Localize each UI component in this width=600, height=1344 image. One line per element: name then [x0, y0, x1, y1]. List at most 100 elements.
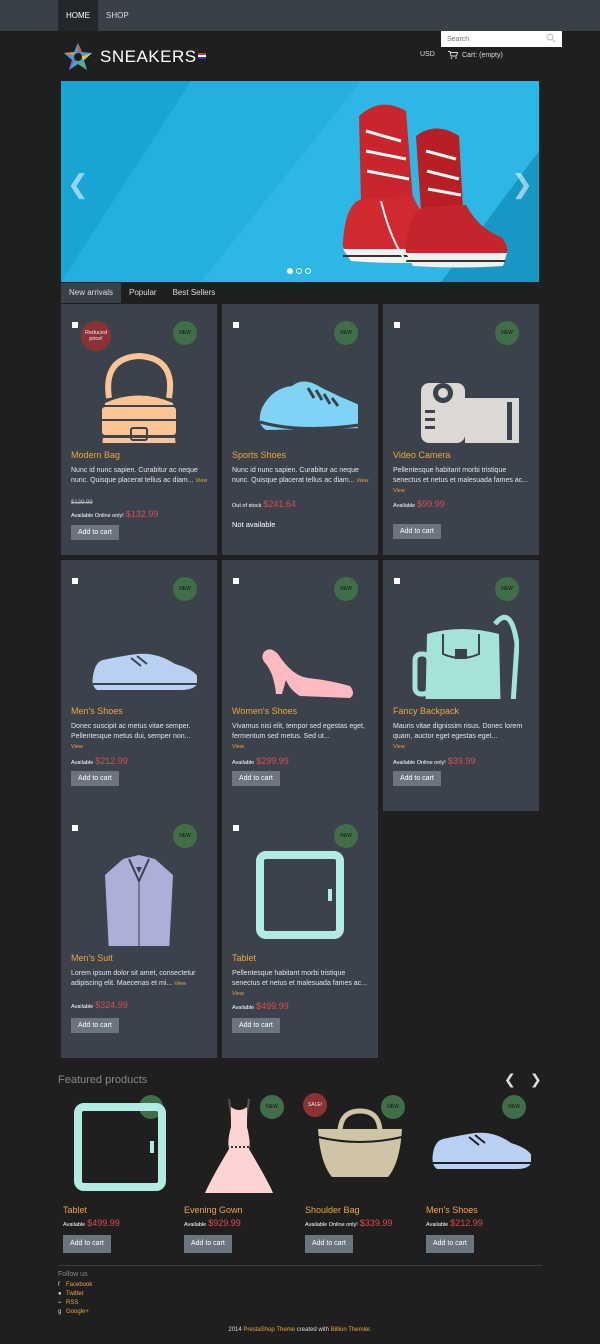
product-name[interactable]: Video Camera: [393, 450, 450, 460]
menu-home[interactable]: HOME: [58, 0, 98, 31]
product-card-mens-shoes[interactable]: NEW Men's Shoes Donec suscipit ac metus …: [61, 560, 217, 811]
compare-checkbox[interactable]: [233, 825, 239, 831]
slider-dot-3[interactable]: [305, 268, 311, 274]
add-to-cart-button[interactable]: Add to cart: [232, 1018, 280, 1033]
compare-checkbox[interactable]: [394, 322, 400, 328]
featured-item-evening-gown[interactable]: NEW Evening Gown Available $929.99 Add to…: [184, 1088, 294, 1258]
view-link[interactable]: View: [232, 744, 244, 750]
follow-us-heading: Follow us: [58, 1271, 88, 1278]
slider-pagination: [287, 268, 311, 274]
tablet-image[interactable]: [242, 841, 358, 946]
site-title[interactable]: SNEAKERS: [100, 47, 197, 67]
featured-item-shoulder-bag[interactable]: SALE! NEW Shoulder Bag Available Online …: [303, 1088, 415, 1258]
product-name[interactable]: Modern Bag: [71, 450, 120, 460]
backpack-image[interactable]: [403, 594, 519, 699]
add-to-cart-button[interactable]: Add to cart: [71, 525, 119, 540]
slide-image: [61, 81, 539, 282]
add-to-cart-button[interactable]: Add to cart: [71, 1018, 119, 1033]
menu-shop[interactable]: SHOP: [98, 0, 137, 31]
price-row: Available $212.99: [71, 756, 128, 766]
slider-next-arrow[interactable]: ❯: [511, 169, 533, 200]
view-link[interactable]: View: [393, 744, 405, 750]
us-flag-icon[interactable]: [198, 53, 206, 59]
product-name[interactable]: Women's Shoes: [232, 706, 297, 716]
social-facebook[interactable]: f Facebook: [58, 1281, 92, 1290]
sports-shoe-image[interactable]: [242, 338, 358, 443]
featured-name[interactable]: Men's Shoes: [426, 1205, 478, 1215]
tab-new-arrivals[interactable]: New arrivals: [61, 283, 122, 303]
add-to-cart-button[interactable]: Add to cart: [393, 771, 441, 786]
video-camera-image[interactable]: [403, 338, 519, 443]
product-name[interactable]: Men's Suit: [71, 953, 113, 963]
hero-slider[interactable]: ❮ ❯: [61, 81, 539, 282]
view-link[interactable]: View: [174, 981, 186, 987]
add-to-cart-button[interactable]: Add to cart: [71, 771, 119, 786]
suit-image[interactable]: [81, 841, 197, 946]
rss-icon: ⌁: [58, 1300, 62, 1306]
product-name[interactable]: Fancy Backpack: [393, 706, 459, 716]
footer-divider: [58, 1265, 542, 1266]
price: $132.99: [125, 509, 159, 519]
featured-name[interactable]: Shoulder Bag: [305, 1205, 360, 1215]
featured-next-arrow[interactable]: ❯: [530, 1071, 542, 1088]
social-rss[interactable]: ⌁ RSS: [58, 1299, 92, 1308]
featured-prev-arrow[interactable]: ❮: [504, 1071, 516, 1088]
mens-shoe-image[interactable]: [81, 594, 197, 699]
currency-selector[interactable]: USD: [420, 51, 435, 58]
add-to-cart-button[interactable]: Add to cart: [393, 524, 441, 539]
product-card-video-camera[interactable]: NEW Video Camera Pellentesque habitant m…: [383, 304, 539, 555]
product-card-tablet[interactable]: NEW Tablet Pellentesque habitant morbi t…: [222, 807, 378, 1058]
product-card-modern-bag[interactable]: Reduced price! NEW Modern Bag Nunc id nu…: [61, 304, 217, 555]
view-link[interactable]: View: [357, 478, 369, 484]
shoulder-bag-image[interactable]: [310, 1093, 410, 1198]
view-link[interactable]: View: [196, 478, 208, 484]
product-card-womens-shoes[interactable]: NEW Women's Shoes Vivamus nisi elit, tem…: [222, 560, 378, 811]
slider-dot-2[interactable]: [296, 268, 302, 274]
view-link[interactable]: View: [393, 488, 405, 494]
compare-checkbox[interactable]: [233, 322, 239, 328]
price: $212.99: [450, 1218, 483, 1228]
view-link[interactable]: View: [232, 991, 244, 997]
logo-icon[interactable]: [63, 42, 93, 72]
billion-themler-link[interactable]: Billion Themler.: [331, 1327, 372, 1333]
compare-checkbox[interactable]: [72, 322, 78, 328]
view-link[interactable]: View: [71, 744, 83, 750]
featured-item-tablet[interactable]: NEW Tablet Available $499.99 Add to cart: [63, 1088, 173, 1258]
add-to-cart-button[interactable]: Add to cart: [426, 1235, 474, 1253]
not-available-label: Not available: [232, 520, 276, 529]
product-card-sports-shoes[interactable]: NEW Sports Shoes Nunc id nunc sapien. Cu…: [222, 304, 378, 555]
add-to-cart-button[interactable]: Add to cart: [232, 771, 280, 786]
social-twitter[interactable]: ● Twitter: [58, 1290, 92, 1299]
featured-name[interactable]: Evening Gown: [184, 1205, 243, 1215]
womens-shoe-image[interactable]: [242, 594, 358, 699]
add-to-cart-button[interactable]: Add to cart: [184, 1235, 232, 1253]
featured-name[interactable]: Tablet: [63, 1205, 87, 1215]
cart-icon: [448, 51, 458, 59]
slider-prev-arrow[interactable]: ❮: [67, 169, 89, 200]
product-description: Nunc id nunc sapien. Curabitur ac neque …: [232, 467, 369, 484]
tablet-image[interactable]: [68, 1093, 168, 1198]
compare-checkbox[interactable]: [233, 578, 239, 584]
search-icon[interactable]: [546, 33, 556, 43]
compare-checkbox[interactable]: [72, 578, 78, 584]
slider-dot-1[interactable]: [287, 268, 293, 274]
bag-image[interactable]: [81, 338, 197, 443]
cart-link[interactable]: Cart: (empty): [448, 51, 503, 59]
featured-item-mens-shoes[interactable]: NEW Men's Shoes Available $212.99 Add to …: [426, 1088, 536, 1258]
prestashop-theme-link[interactable]: PrestaShop Theme: [243, 1327, 295, 1333]
tab-popular[interactable]: Popular: [121, 283, 165, 303]
product-name[interactable]: Men's Shoes: [71, 706, 123, 716]
search-input[interactable]: [441, 31, 562, 47]
compare-checkbox[interactable]: [394, 578, 400, 584]
compare-checkbox[interactable]: [72, 825, 78, 831]
product-card-mens-suit[interactable]: NEW Men's Suit Lorem ipsum dolor sit ame…: [61, 807, 217, 1058]
add-to-cart-button[interactable]: Add to cart: [305, 1235, 353, 1253]
mens-shoe-image[interactable]: [431, 1093, 531, 1198]
gown-image[interactable]: [189, 1093, 289, 1198]
product-card-fancy-backpack[interactable]: NEW Fancy Backpack Mauris vitae dignissi…: [383, 560, 539, 811]
product-name[interactable]: Tablet: [232, 953, 256, 963]
add-to-cart-button[interactable]: Add to cart: [63, 1235, 111, 1253]
product-name[interactable]: Sports Shoes: [232, 450, 286, 460]
social-google-plus[interactable]: g Google+: [58, 1308, 92, 1317]
tab-best-sellers[interactable]: Best Sellers: [165, 283, 224, 303]
